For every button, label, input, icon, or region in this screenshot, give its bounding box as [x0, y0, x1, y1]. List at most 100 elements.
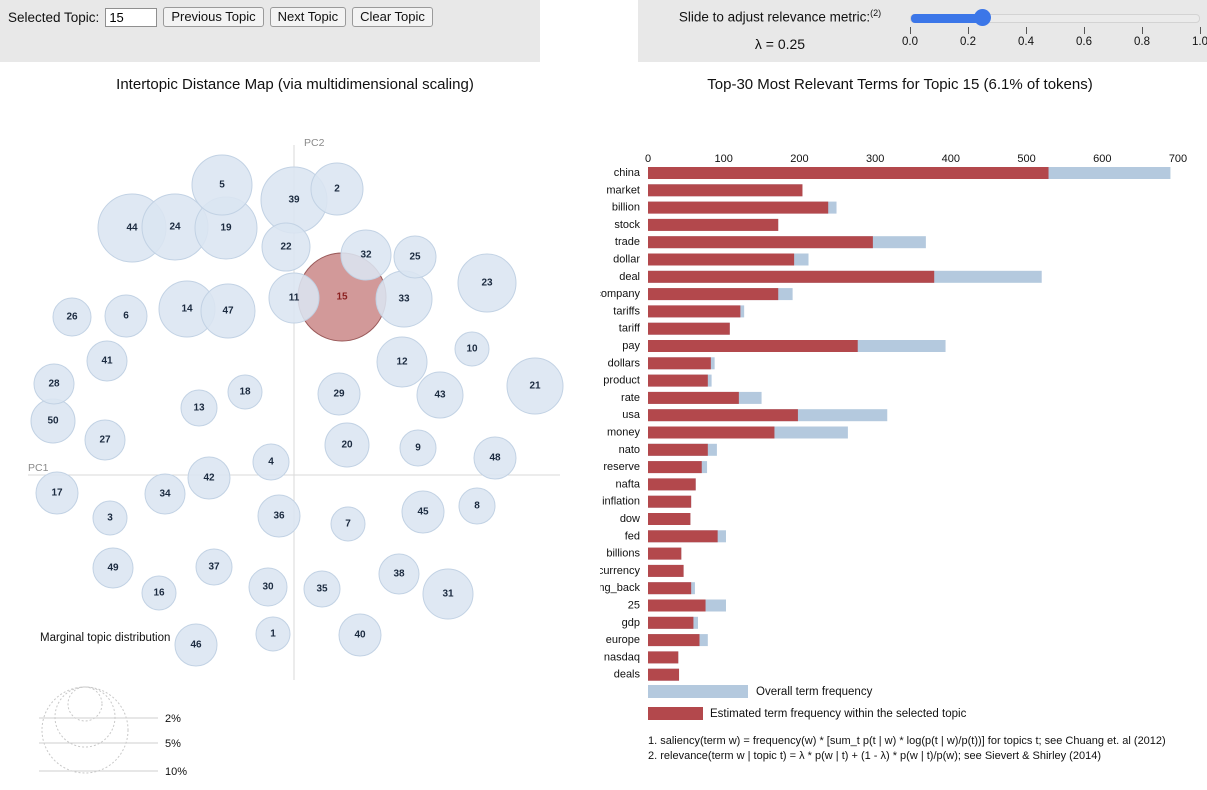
topic-bubble-47[interactable]: 47 — [200, 283, 256, 339]
topic-bubble-50[interactable]: 50 — [30, 398, 76, 444]
topic-frequency-bar[interactable] — [648, 651, 679, 664]
slider-track[interactable] — [910, 9, 1200, 26]
term-label[interactable]: dollar — [613, 254, 640, 266]
topic-bubble-2[interactable]: 2 — [310, 162, 364, 216]
term-label[interactable]: rate — [621, 392, 640, 404]
term-label[interactable]: tariff — [619, 323, 641, 335]
bar-row-stock[interactable]: stock — [614, 218, 779, 231]
bar-row-deals[interactable]: deals — [614, 668, 680, 681]
term-label[interactable]: deal — [619, 271, 640, 283]
term-label[interactable]: dow — [620, 513, 640, 525]
topic-bubble-12[interactable]: 12 — [376, 336, 428, 388]
bar-row-billions[interactable]: billions — [606, 547, 682, 560]
bar-row-nafta[interactable]: nafta — [616, 478, 696, 491]
previous-topic-button[interactable]: Previous Topic — [163, 7, 264, 27]
topic-bubble-43[interactable]: 43 — [416, 371, 464, 419]
topic-frequency-bar[interactable] — [648, 270, 935, 283]
bar-row-tariffs[interactable]: tariffs — [613, 305, 745, 318]
topic-bubble-25[interactable]: 25 — [393, 235, 437, 279]
topic-bubble-20[interactable]: 20 — [324, 422, 370, 468]
topic-bubble-35[interactable]: 35 — [303, 570, 341, 608]
topic-bubble-45[interactable]: 45 — [401, 490, 445, 534]
topic-bubble-30[interactable]: 30 — [248, 567, 288, 607]
topic-bubble-11[interactable]: 11 — [268, 272, 320, 324]
bar-row-product[interactable]: product — [603, 374, 712, 387]
term-label[interactable]: billions — [606, 548, 640, 560]
topic-frequency-bar[interactable] — [648, 426, 775, 439]
bar-row-billion[interactable]: billion — [612, 201, 837, 214]
bar-row-fed[interactable]: fed — [625, 530, 726, 543]
topic-frequency-bar[interactable] — [648, 374, 708, 387]
term-label[interactable]: nato — [619, 444, 640, 456]
bar-row-reserve[interactable]: reserve — [603, 461, 708, 474]
topic-bubble-40[interactable]: 40 — [338, 613, 382, 657]
term-label[interactable]: inflation — [602, 496, 640, 508]
bar-row-pay[interactable]: pay — [622, 340, 946, 352]
topic-bubble-1[interactable]: 1 — [255, 616, 291, 652]
term-label[interactable]: market — [606, 184, 640, 196]
topic-bubble-5[interactable]: 5 — [191, 154, 253, 216]
topic-bubble-34[interactable]: 34 — [144, 473, 186, 515]
term-label[interactable]: reserve — [603, 461, 640, 473]
topic-frequency-bar[interactable] — [648, 582, 692, 595]
bar-row-currency[interactable]: currency — [600, 564, 684, 577]
topic-frequency-bar[interactable] — [648, 201, 829, 214]
topic-bubble-49[interactable]: 49 — [92, 547, 134, 589]
term-label[interactable]: company — [600, 288, 640, 300]
intertopic-map-svg[interactable]: PC2PC115443924 19523331421472321112312243… — [0, 90, 600, 790]
term-label[interactable]: gdp — [622, 617, 640, 629]
term-label[interactable]: money — [607, 427, 641, 439]
bar-row-company[interactable]: company — [600, 288, 793, 301]
bar-row-25[interactable]: 25 — [628, 599, 726, 612]
topic-frequency-bar[interactable] — [648, 288, 779, 301]
bar-row-dow[interactable]: dow — [620, 513, 691, 525]
bar-row-coming_back[interactable]: coming_back — [600, 582, 695, 595]
topic-bubble-26[interactable]: 26 — [52, 297, 92, 337]
topic-frequency-bar[interactable] — [648, 495, 692, 508]
term-label[interactable]: trade — [615, 236, 640, 248]
clear-topic-button[interactable]: Clear Topic — [352, 7, 433, 27]
topic-bubble-3[interactable]: 3 — [92, 500, 128, 536]
bar-row-tariff[interactable]: tariff — [619, 322, 730, 335]
topic-bubble-9[interactable]: 9 — [399, 429, 437, 467]
next-topic-button[interactable]: Next Topic — [269, 7, 347, 27]
topic-bubble-13[interactable]: 13 — [180, 389, 218, 427]
term-label[interactable]: billion — [612, 202, 640, 214]
topic-bubble-27[interactable]: 27 — [84, 419, 126, 461]
term-label[interactable]: coming_back — [600, 582, 640, 594]
topic-frequency-bar[interactable] — [648, 340, 858, 352]
topic-frequency-bar[interactable] — [648, 322, 730, 335]
bar-row-money[interactable]: money — [607, 426, 848, 439]
bar-row-inflation[interactable]: inflation — [602, 495, 692, 508]
bar-row-europe[interactable]: europe — [606, 634, 708, 647]
topic-bubble-22[interactable]: 22 — [261, 222, 311, 272]
topic-frequency-bar[interactable] — [648, 530, 718, 543]
topic-frequency-bar[interactable] — [648, 547, 682, 560]
bar-row-nato[interactable]: nato — [619, 443, 717, 456]
term-label[interactable]: nafta — [616, 478, 641, 490]
topic-frequency-bar[interactable] — [648, 357, 711, 370]
topic-bubble-36[interactable]: 36 — [257, 494, 301, 538]
relevance-slider[interactable]: 0.0 0.2 0.4 0.6 0.8 1.0 — [902, 9, 1207, 53]
topic-bubble-18[interactable]: 18 — [227, 374, 263, 410]
topic-frequency-bar[interactable] — [648, 599, 706, 612]
term-label[interactable]: china — [614, 167, 641, 179]
bar-row-nasdaq[interactable]: nasdaq — [604, 651, 679, 664]
bar-row-market[interactable]: market — [606, 184, 803, 197]
bar-row-rate[interactable]: rate — [621, 391, 762, 404]
bar-row-trade[interactable]: trade — [615, 236, 926, 249]
bar-row-dollar[interactable]: dollar — [613, 253, 809, 266]
term-label[interactable]: usa — [622, 409, 641, 421]
topic-bubble-10[interactable]: 10 — [454, 331, 490, 367]
topic-bubble-48[interactable]: 48 — [473, 436, 517, 480]
topic-bubble-41[interactable]: 41 — [86, 340, 128, 382]
topic-frequency-bar[interactable] — [648, 391, 739, 404]
selected-topic-input[interactable] — [105, 7, 158, 27]
topic-bubble-32[interactable]: 32 — [340, 229, 392, 281]
topic-bubble-29[interactable]: 29 — [317, 372, 361, 416]
bar-row-gdp[interactable]: gdp — [622, 616, 698, 629]
topic-bubble-17[interactable]: 17 — [35, 471, 79, 515]
term-label[interactable]: europe — [606, 634, 640, 646]
topic-frequency-bar[interactable] — [648, 634, 700, 647]
term-label[interactable]: product — [603, 375, 640, 387]
